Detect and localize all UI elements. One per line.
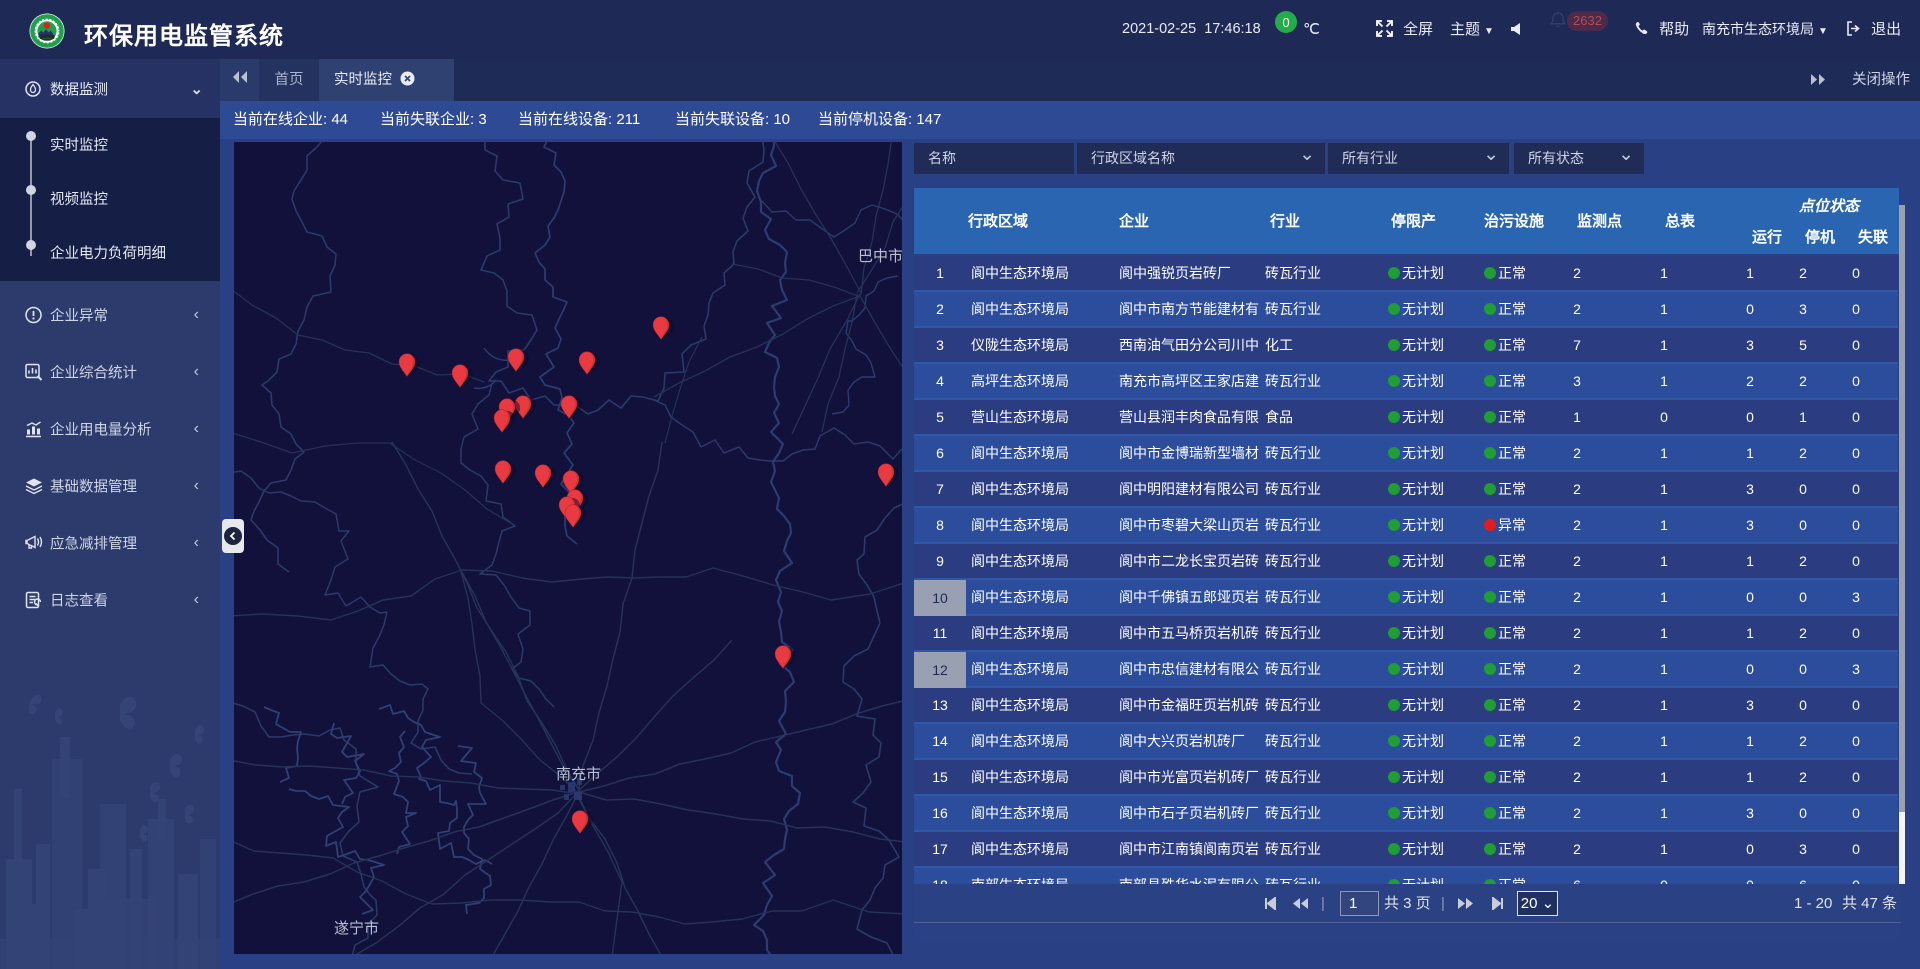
svg-text:巴中市: 巴中市 [858,248,902,265]
svg-text:遂宁市: 遂宁市 [334,920,379,937]
svg-text:南充市: 南充市 [556,766,601,783]
